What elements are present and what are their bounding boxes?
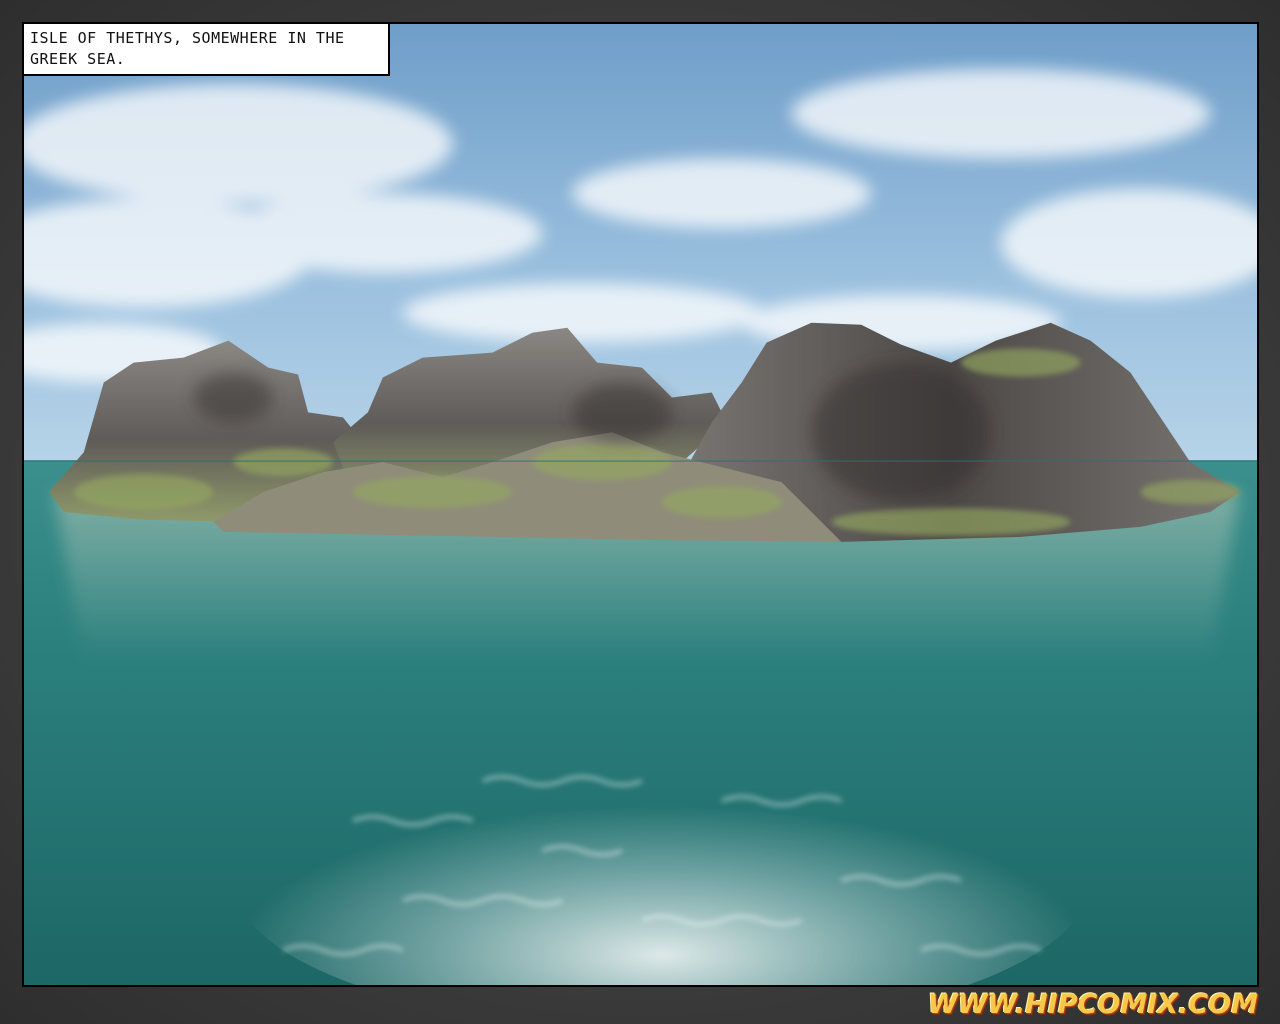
caption-box: Isle of Thethys, somewhere in the Greek … — [24, 24, 390, 76]
comic-panel: Isle of Thethys, somewhere in the Greek … — [22, 22, 1259, 987]
site-watermark: WWW.HIPCOMIX.COM — [927, 989, 1258, 1020]
island-seascape-illustration — [24, 24, 1257, 985]
comic-page: Isle of Thethys, somewhere in the Greek … — [0, 0, 1280, 1024]
